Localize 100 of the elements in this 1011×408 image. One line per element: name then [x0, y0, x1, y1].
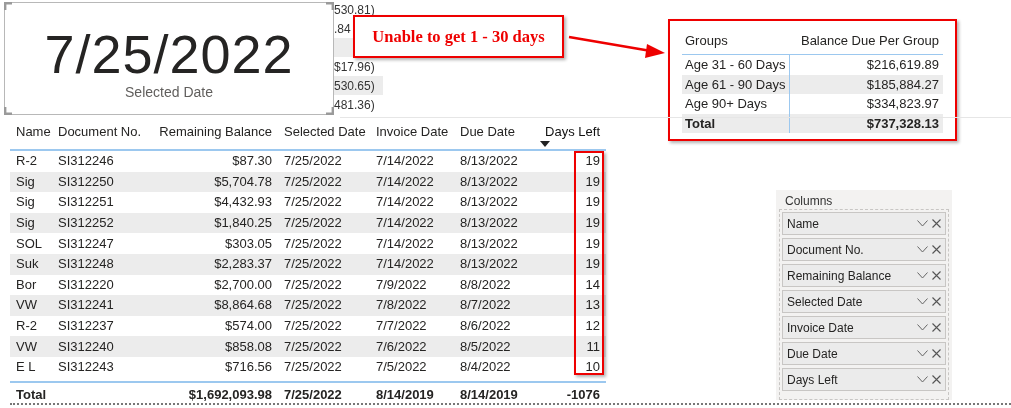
table-cell-text: $716.56 — [224, 359, 273, 376]
column-header[interactable]: Invoice Date — [370, 124, 454, 140]
table-cell-text: SI312243 — [57, 359, 115, 376]
table-cell-text: Bor — [15, 276, 38, 293]
table-cell-text: 7/14/2022 — [375, 235, 435, 252]
table-cell-text: SI312247 — [57, 235, 115, 252]
sort-descending-icon[interactable] — [540, 141, 550, 147]
table-cell: 530.65) — [333, 78, 375, 93]
table-cell-text: $4,432.93 — [213, 194, 273, 211]
table-cell-text: R-2 — [15, 318, 38, 335]
table-cell-text: 7/25/2022 — [283, 173, 343, 190]
table-cell-text: 19 — [584, 194, 601, 211]
table-cell-text: 7/9/2022 — [375, 276, 428, 293]
table-cell-text: 7/14/2022 — [375, 173, 435, 190]
field-pill[interactable]: Document No. — [782, 238, 946, 261]
close-icon[interactable] — [932, 219, 941, 228]
table-cell-text: 8/13/2022 — [459, 194, 519, 211]
column-header[interactable]: Name — [10, 124, 52, 140]
table-cell-text: 8/13/2022 — [459, 215, 519, 232]
table-cell-text: 7/25/2022 — [283, 338, 343, 355]
close-icon[interactable] — [932, 271, 941, 280]
table-cell-text: SI312246 — [57, 153, 115, 170]
pane-title: Columns — [784, 194, 834, 209]
table-cell-text: SI312251 — [57, 194, 115, 211]
field-pill[interactable]: Due Date — [782, 342, 946, 365]
total-value: 7/25/2022 — [283, 387, 343, 403]
table-cell-text: VW — [15, 338, 38, 355]
close-icon[interactable] — [932, 323, 941, 332]
table-cell-text: 7/7/2022 — [375, 318, 428, 335]
table-cell-text: 8/5/2022 — [459, 338, 512, 355]
total-label: Total — [15, 387, 48, 403]
card-value: 7/25/2022 — [44, 23, 294, 84]
field-pill[interactable]: Days Left — [782, 368, 946, 391]
table-cell-text: SI312220 — [57, 276, 115, 293]
table-cell-text: $185,884.27 — [865, 76, 940, 92]
total-value: $737,328.13 — [865, 115, 940, 131]
table-cell-text: 7/8/2022 — [375, 297, 428, 314]
column-header[interactable]: Days Left — [534, 124, 606, 140]
close-icon[interactable] — [932, 297, 941, 306]
chevron-down-icon[interactable] — [917, 350, 928, 357]
table-cell-text: SI312252 — [57, 215, 115, 232]
field-label: Selected Date — [787, 294, 864, 309]
column-header[interactable]: Due Date — [454, 124, 534, 140]
table-cell-text: 19 — [584, 215, 601, 232]
chevron-down-icon[interactable] — [917, 220, 928, 227]
table-cell-text: 7/25/2022 — [283, 235, 343, 252]
field-pill[interactable]: Selected Date — [782, 290, 946, 313]
table-cell-text: $2,283.37 — [213, 256, 273, 273]
table-cell-text: 19 — [584, 153, 601, 170]
column-header[interactable]: Groups — [682, 33, 789, 48]
column-header[interactable]: Selected Date — [278, 124, 370, 140]
table-cell-text: 7/14/2022 — [375, 215, 435, 232]
total-value: -1076 — [565, 387, 601, 403]
column-header[interactable]: Balance Due Per Group — [789, 33, 943, 48]
close-icon[interactable] — [932, 349, 941, 358]
table-cell-text: 10 — [584, 359, 601, 376]
table-cell: 481.36) — [333, 97, 375, 112]
table-cell-text: SI312240 — [57, 338, 115, 355]
total-value: $1,692,093.98 — [187, 387, 273, 403]
chevron-down-icon[interactable] — [917, 298, 928, 305]
field-pill[interactable]: Name — [782, 212, 946, 235]
table-cell-text: 8/13/2022 — [459, 153, 519, 170]
chevron-down-icon[interactable] — [917, 246, 928, 253]
table-cell-text: 7/25/2022 — [283, 153, 343, 170]
column-header[interactable]: Remaining Balance — [144, 124, 278, 140]
total-value: 8/14/2019 — [459, 387, 519, 403]
table-cell-text: Suk — [15, 256, 40, 273]
table-cell-text: 7/5/2022 — [375, 359, 428, 376]
field-pill[interactable]: Remaining Balance — [782, 264, 946, 287]
table-cell-text: 7/14/2022 — [375, 256, 435, 273]
table-cell-text: VW — [15, 297, 38, 314]
table-cell-text: $2,700.00 — [213, 276, 273, 293]
chevron-down-icon[interactable] — [917, 324, 928, 331]
table-cell-text: 8/6/2022 — [459, 318, 512, 335]
table-cell-text: 7/25/2022 — [283, 276, 343, 293]
chevron-down-icon[interactable] — [917, 376, 928, 383]
table-cell-text: 19 — [584, 256, 601, 273]
table-cell-text: SI312248 — [57, 256, 115, 273]
table-cell-text: 7/14/2022 — [375, 153, 435, 170]
table-cell-text: 19 — [584, 173, 601, 190]
card-visual[interactable]: 7/25/2022 Selected Date — [4, 2, 334, 115]
table-cell-text: 13 — [584, 297, 601, 314]
field-label: Document No. — [787, 242, 865, 257]
table-cell: 530.81) — [333, 2, 375, 17]
close-icon[interactable] — [932, 375, 941, 384]
table-cell-text: 7/25/2022 — [283, 256, 343, 273]
callout-text: Unable to get 1 - 30 days — [372, 26, 545, 47]
chevron-down-icon[interactable] — [917, 272, 928, 279]
table-cell-text: 11 — [585, 338, 601, 355]
close-icon[interactable] — [932, 245, 941, 254]
total-label: Total — [682, 113, 790, 133]
total-value: 8/14/2019 — [375, 387, 435, 403]
table-cell: .84 — [333, 21, 351, 36]
column-header[interactable]: Document No. — [52, 124, 144, 140]
table-cell: Age 61 - 90 Days — [682, 74, 790, 94]
field-pill[interactable]: Invoice Date — [782, 316, 946, 339]
table-cell-text: $87.30 — [231, 153, 273, 170]
table-cell: Age 31 - 60 Days — [682, 55, 790, 75]
table-cell-text: 14 — [584, 276, 601, 293]
table-cell-text: SI312237 — [57, 318, 115, 335]
